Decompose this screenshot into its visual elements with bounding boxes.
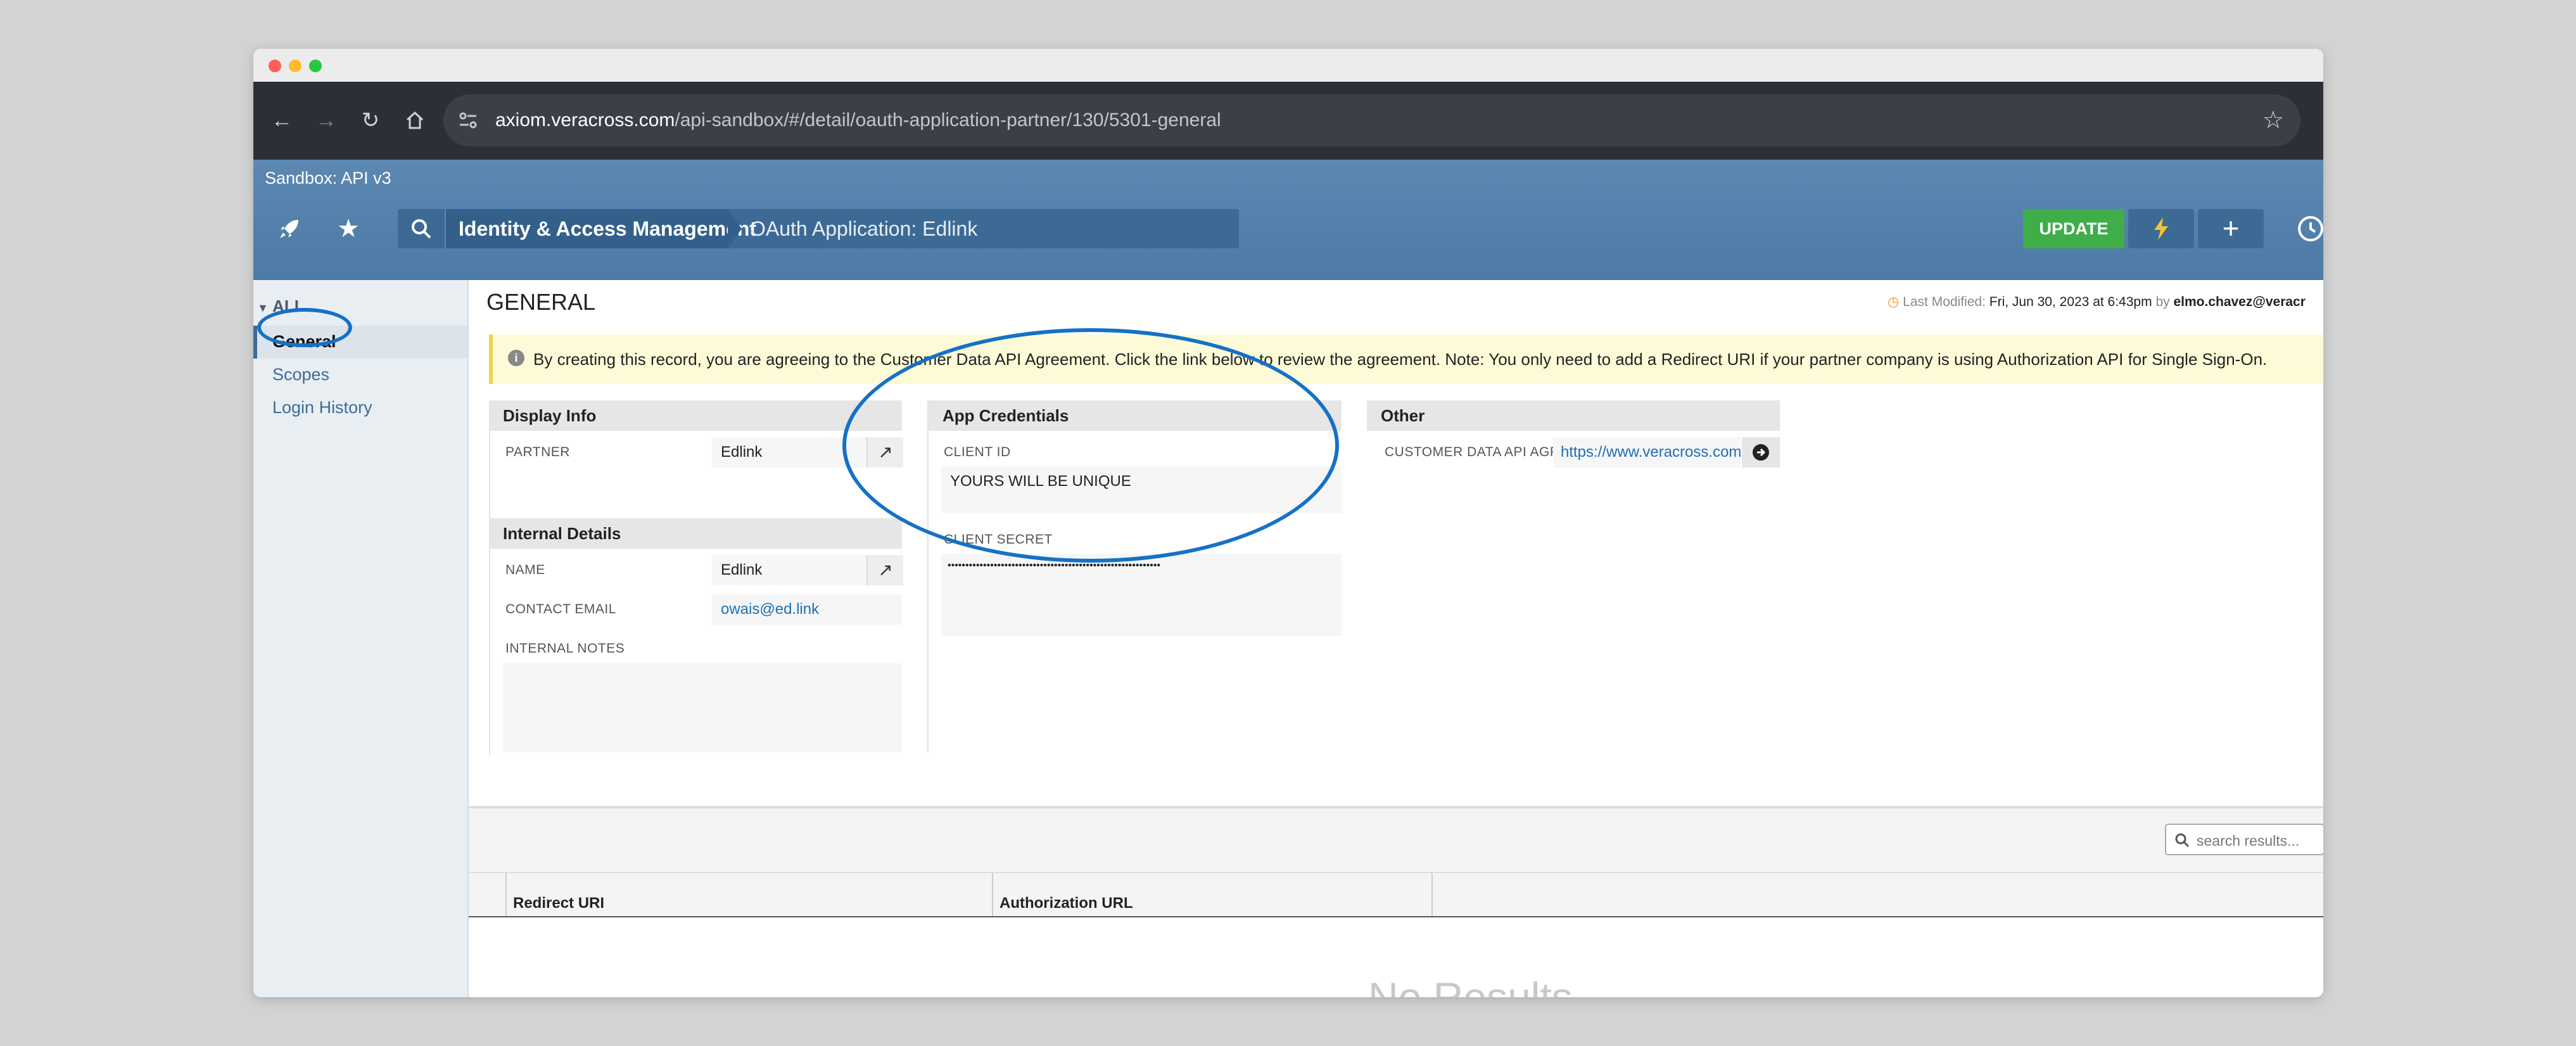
modified-by: elmo.chavez@veracr xyxy=(2173,295,2306,309)
agreement-label: CUSTOMER DATA API AGR... xyxy=(1385,445,1572,459)
main-content: GENERAL ◷ Last Modified: Fri, Jun 30, 20… xyxy=(469,280,2323,997)
column-header-authorization-url[interactable]: Authorization URL xyxy=(999,895,1133,912)
page-title: GENERAL xyxy=(486,289,596,315)
add-icon[interactable]: + xyxy=(2198,209,2264,248)
internal-notes-label: INTERNAL NOTES xyxy=(505,641,625,656)
section-divider xyxy=(489,400,490,755)
zoom-window-button[interactable] xyxy=(309,60,322,72)
chevron-down-icon: ▼ xyxy=(257,302,269,314)
results-panel: search results... Redirect URI Authoriza… xyxy=(469,806,2323,997)
back-icon[interactable]: ← xyxy=(266,105,298,136)
home-icon[interactable] xyxy=(399,105,431,136)
column-header-redirect-uri[interactable]: Redirect URI xyxy=(513,895,604,912)
last-modified: ◷ Last Modified: Fri, Jun 30, 2023 at 6:… xyxy=(1888,294,2306,310)
url-host: axiom.veracross.com xyxy=(495,110,675,131)
url-path: /api-sandbox/#/detail/oauth-application-… xyxy=(675,110,1221,131)
external-link-icon[interactable]: ↗ xyxy=(866,555,903,585)
other-header: Other xyxy=(1367,400,1780,431)
bookmark-star-icon[interactable]: ☆ xyxy=(2262,94,2284,146)
window-titlebar xyxy=(253,49,2323,82)
search-icon xyxy=(2175,833,2190,848)
notice-banner: i By creating this record, you are agree… xyxy=(489,335,2323,384)
address-bar[interactable]: axiom.veracross.com/api-sandbox/#/detail… xyxy=(443,94,2300,146)
table-header: Redirect URI Authorization URL xyxy=(469,872,2323,919)
minimize-window-button[interactable] xyxy=(289,60,301,72)
app-header: Sandbox: API v3 ★ Identity & Access Mana… xyxy=(253,160,2323,280)
sandbox-label: Sandbox: API v3 xyxy=(265,169,391,188)
partner-label: PARTNER xyxy=(505,445,570,459)
reload-icon[interactable]: ↻ xyxy=(355,105,386,136)
notice-text: By creating this record, you are agreein… xyxy=(533,350,2268,369)
search-results-placeholder: search results... xyxy=(2197,832,2300,849)
breadcrumb-page: OAuth Application: Edlink xyxy=(750,217,978,240)
agreement-link[interactable]: https://www.veracross.com xyxy=(1553,437,1741,468)
history-icon[interactable] xyxy=(2287,209,2323,248)
favorites-star-icon[interactable]: ★ xyxy=(326,209,371,248)
last-modified-date: Fri, Jun 30, 2023 at 6:43pm xyxy=(1989,295,2152,309)
column-divider xyxy=(505,873,507,916)
rocket-icon[interactable] xyxy=(267,209,312,248)
lightning-icon xyxy=(2154,217,2168,240)
empty-message: No Results xyxy=(1368,974,1573,997)
quick-actions-button[interactable] xyxy=(2128,209,2194,248)
browser-window: ← → ↻ axiom.veracross.com/api-sandbox/#/… xyxy=(253,49,2323,997)
contact-email-label: CONTACT EMAIL xyxy=(505,602,616,616)
close-window-button[interactable] xyxy=(269,60,281,72)
clock-icon: ◷ xyxy=(1888,295,1900,309)
contact-email-link[interactable]: owais@ed.link xyxy=(712,594,902,625)
breadcrumb-chevron xyxy=(728,209,742,248)
by-label: by xyxy=(2155,295,2170,309)
internal-details-header: Internal Details xyxy=(489,518,902,549)
sidebar: ▼ ALL General Scopes Login History xyxy=(253,280,469,997)
last-modified-label: Last Modified: xyxy=(1903,295,1986,309)
name-label: NAME xyxy=(505,563,545,577)
table-body: No Results xyxy=(469,917,2323,997)
annotation-ellipse-credentials xyxy=(842,328,1339,563)
column-divider xyxy=(992,873,993,916)
info-icon: i xyxy=(508,350,524,366)
forward-icon[interactable]: → xyxy=(310,105,342,136)
sidebar-item-login-history[interactable]: Login History xyxy=(272,398,372,418)
display-info-header: Display Info xyxy=(489,400,902,431)
internal-notes-field[interactable] xyxy=(503,663,902,752)
annotation-ellipse-scopes xyxy=(257,308,352,347)
client-secret-value: ••••••••••••••••••••••••••••••••••••••••… xyxy=(941,554,1342,636)
search-icon[interactable] xyxy=(398,209,446,248)
site-settings-icon[interactable] xyxy=(457,110,479,131)
url-text[interactable]: axiom.veracross.com/api-sandbox/#/detail… xyxy=(495,94,1221,146)
update-button[interactable]: UPDATE xyxy=(2023,209,2124,248)
arrow-right-circle-icon[interactable] xyxy=(1742,437,1780,468)
browser-toolbar: ← → ↻ axiom.veracross.com/api-sandbox/#/… xyxy=(253,82,2323,160)
column-divider xyxy=(1431,873,1433,916)
breadcrumb-section[interactable]: Identity & Access Management xyxy=(459,209,756,248)
sidebar-item-scopes[interactable]: Scopes xyxy=(272,365,329,385)
breadcrumb: Identity & Access Management OAuth Appli… xyxy=(398,209,1239,248)
search-results-box[interactable]: search results... xyxy=(2165,824,2323,855)
